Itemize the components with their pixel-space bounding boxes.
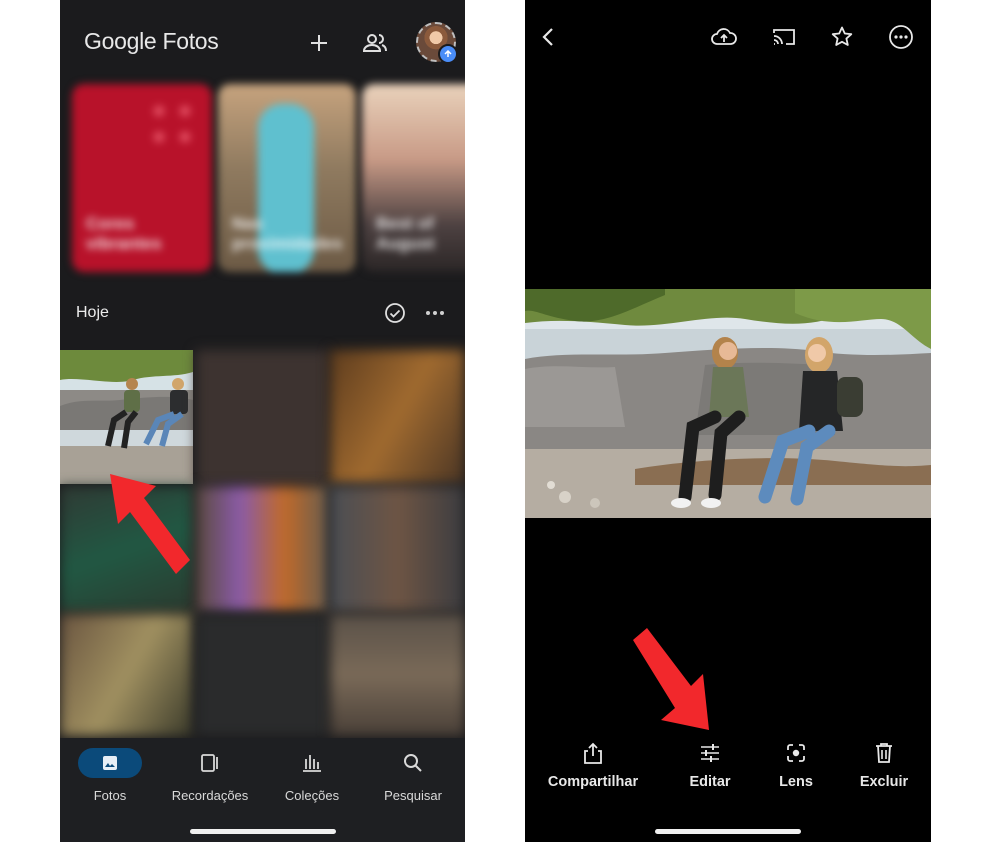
edit-button[interactable]: Editar [675,740,745,790]
nav-label: Fotos [93,788,127,803]
cloud-upload-icon[interactable] [709,22,739,52]
nav-label: Pesquisar [384,788,442,803]
red-arrow-annotation [633,628,709,730]
gallery-screen: Google Fotos Cores vibrantes Nas proximi… [60,0,465,842]
photo-thumbnail[interactable] [60,350,193,484]
cast-icon[interactable] [769,22,799,52]
nav-recordacoes[interactable]: Recordações [160,748,260,803]
upload-badge-icon [438,44,458,64]
lens-icon [767,740,825,766]
trash-icon [853,740,915,766]
share-button[interactable]: Compartilhar [543,740,643,790]
memory-label: Cores vibrantes [86,214,162,253]
bottom-navigation: Fotos Recordações Coleções Pesquisar [60,738,465,842]
share-icon [543,740,643,766]
nav-fotos[interactable]: Fotos [60,748,160,803]
action-label: Excluir [859,774,909,790]
edit-sliders-icon [675,740,745,766]
nav-pesquisar[interactable]: Pesquisar [363,748,463,803]
nav-colecoes[interactable]: Coleções [262,748,362,803]
memory-card[interactable]: Nas proximidades [218,84,356,272]
back-icon[interactable] [533,22,563,52]
action-label: Compartilhar [547,774,639,790]
more-icon[interactable] [422,300,448,326]
nav-label: Recordações [171,788,249,803]
action-label: Lens [779,774,813,790]
photo-thumbnail-image [60,350,193,484]
avatar[interactable] [416,22,458,64]
photo-thumbnail[interactable] [196,486,328,612]
lens-button[interactable]: Lens [767,740,825,790]
shared-people-icon[interactable] [360,28,390,58]
photo-viewer-screen: Compartilhar Editar Lens Excluir [525,0,931,842]
select-check-icon[interactable] [382,300,408,326]
photo-thumbnail[interactable] [330,486,465,612]
section-title: Hoje [76,304,109,321]
red-arrow-annotation [110,474,190,574]
home-indicator [189,829,336,834]
home-indicator [655,829,801,834]
memories-icon [160,748,260,778]
photo-thumbnail[interactable] [60,614,193,736]
memory-label: Nas proximidades [232,214,343,253]
photo-image [525,289,931,518]
memory-label: Best of August [376,214,435,253]
action-label: Editar [689,774,731,790]
search-icon [363,748,463,778]
photo-thumbnail[interactable] [330,614,465,736]
plus-icon[interactable] [304,28,334,58]
collections-icon [262,748,362,778]
photo-icon [78,748,142,778]
nav-label: Coleções [284,788,340,803]
photo-thumbnail[interactable] [196,614,328,736]
memory-card[interactable]: Best of August [362,84,465,272]
memory-card[interactable]: Cores vibrantes [72,84,212,272]
star-icon[interactable] [827,22,857,52]
photo-thumbnail[interactable] [330,350,465,484]
delete-button[interactable]: Excluir [853,740,915,790]
app-title: Google Fotos [84,28,219,54]
more-icon[interactable] [886,22,916,52]
main-photo[interactable] [525,289,931,518]
photo-thumbnail[interactable] [196,350,328,484]
